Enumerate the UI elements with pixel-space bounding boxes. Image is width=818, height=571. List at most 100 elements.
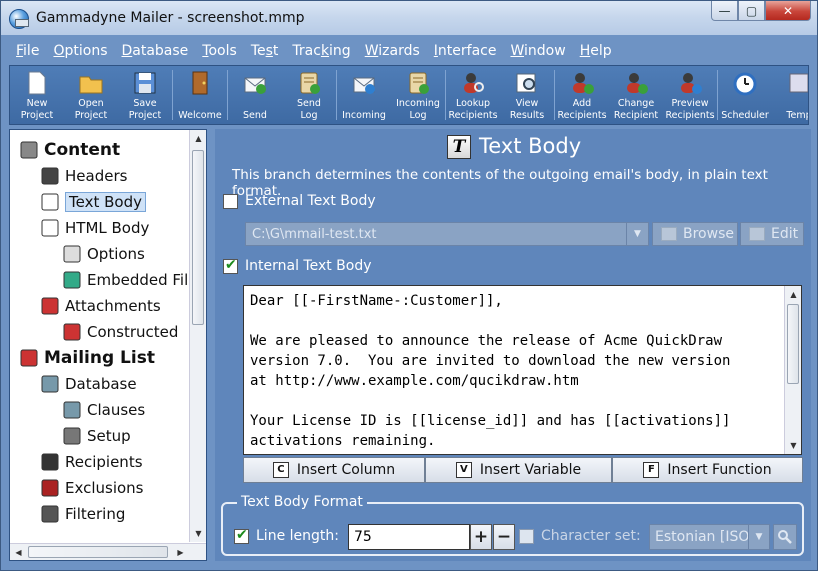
add-recipients-button[interactable]: Add Recipients	[555, 66, 609, 124]
editor-scroll-down-arrow-icon[interactable]: ▼	[785, 437, 802, 454]
scroll-up-arrow-icon[interactable]: ▲	[190, 130, 207, 147]
browse-button-label: Browse	[683, 226, 734, 242]
maximize-button[interactable]: ▢	[738, 1, 765, 21]
minimize-button[interactable]: —	[711, 1, 738, 21]
menu-tools[interactable]: Tools	[195, 43, 244, 59]
navigation-tree[interactable]: Content Headers Text Body HTML Body Options E…	[9, 129, 207, 561]
tree-vertical-scrollbar[interactable]: ▲ ▼	[189, 130, 206, 542]
external-path-dropdown-arrow-icon[interactable]: ▼	[626, 222, 649, 246]
incoming-log-button[interactable]: Incoming Log	[391, 66, 445, 124]
browse-button[interactable]: Browse	[652, 222, 738, 246]
templates-button[interactable]: Temp	[772, 66, 808, 124]
text-body-editor[interactable]: Dear [[-FirstName-:Customer]], We are pl…	[243, 285, 802, 455]
tree-item-mailing-list[interactable]: Mailing List	[19, 347, 155, 369]
external-text-body-checkbox[interactable]	[223, 194, 238, 209]
clauses-icon	[62, 400, 82, 420]
new-project-button[interactable]: New Project	[10, 66, 64, 124]
character-set-dropdown-arrow-icon[interactable]: ▼	[748, 524, 770, 550]
templates-label: Temp	[786, 110, 808, 121]
lookup-recipients-button[interactable]: Lookup Recipients	[446, 66, 500, 124]
tree-scroll-thumb[interactable]	[192, 150, 204, 325]
menu-help[interactable]: Help	[573, 43, 619, 59]
scheduler-button[interactable]: Scheduler	[718, 66, 772, 124]
menu-tracking[interactable]: Tracking	[285, 43, 357, 59]
app-mail-globe-icon[interactable]	[9, 9, 29, 29]
save-project-button[interactable]: Save Project	[118, 66, 172, 124]
menu-wizards[interactable]: Wizards	[358, 43, 427, 59]
tree-item-embedded-fil[interactable]: Embedded Fil	[62, 269, 188, 291]
tree-item-database[interactable]: Database	[40, 373, 137, 395]
insert-function-button[interactable]: F Insert Function	[612, 457, 803, 483]
character-set-checkbox[interactable]	[519, 529, 534, 544]
line-length-plus-button[interactable]: +	[470, 524, 492, 550]
line-length-checkbox[interactable]	[234, 527, 249, 544]
welcome-button[interactable]: Welcome	[173, 66, 227, 124]
send-label: Send	[243, 110, 267, 121]
line-length-input[interactable]: 75	[348, 524, 470, 550]
preview-recipients-button[interactable]: Preview Recipients	[663, 66, 717, 124]
incoming-button[interactable]: Incoming	[337, 66, 391, 124]
tree-item-attachments[interactable]: Attachments	[40, 295, 161, 317]
insert-button-label: Insert Variable	[479, 462, 582, 478]
tree-item-label: Recipients	[65, 453, 143, 471]
tree-item-html-body[interactable]: HTML Body	[40, 217, 149, 239]
close-button[interactable]: ✕	[765, 1, 811, 21]
text-body-panel: T Text Body This branch determines the c…	[215, 129, 811, 561]
insert-column-button[interactable]: C Insert Column	[243, 457, 425, 483]
edit-button[interactable]: Edit	[740, 222, 804, 246]
tree-item-text-body[interactable]: Text Body	[40, 191, 146, 213]
clock-icon	[732, 70, 758, 96]
menu-test[interactable]: Test	[244, 43, 286, 59]
tree-item-exclusions[interactable]: Exclusions	[40, 477, 144, 499]
view-results-button[interactable]: View Results	[500, 66, 554, 124]
tree-item-constructed[interactable]: Constructed	[62, 321, 178, 343]
preview-recipients-label: Preview Recipients	[665, 98, 715, 121]
send-button[interactable]: Send	[228, 66, 282, 124]
menu-window[interactable]: Window	[503, 43, 572, 59]
window-title: Gammadyne Mailer - screenshot.mmp	[36, 10, 305, 26]
tree-item-content[interactable]: Content	[19, 139, 120, 161]
text-body-header-icon: T	[447, 135, 471, 159]
menu-file[interactable]: File	[9, 43, 46, 59]
insert-buttons-row: C Insert Column V Insert Variable F Insert Fu…	[243, 457, 803, 483]
tree-item-recipients[interactable]: Recipients	[40, 451, 143, 473]
html-body-icon	[40, 218, 60, 238]
incoming-label: Incoming	[342, 110, 386, 121]
open-project-button[interactable]: Open Project	[64, 66, 118, 124]
tree-item-label: Setup	[87, 427, 131, 445]
text-body-content[interactable]: Dear [[-FirstName-:Customer]], We are pl…	[250, 291, 730, 451]
tree-item-options[interactable]: Options	[62, 243, 145, 265]
external-path-input[interactable]: C:\G\mmail-test.txt	[245, 222, 627, 246]
tree-item-headers[interactable]: Headers	[40, 165, 127, 187]
editor-vertical-scrollbar[interactable]: ▲ ▼	[784, 286, 801, 454]
line-length-label: Line length:	[256, 528, 339, 544]
internal-text-body-checkbox[interactable]	[223, 257, 238, 274]
tree-item-filtering[interactable]: Filtering	[40, 503, 125, 525]
character-set-select[interactable]: Estonian [ISO-	[649, 524, 749, 550]
tree-item-label: Filtering	[65, 505, 126, 523]
scroll-right-arrow-icon[interactable]: ▶	[172, 544, 189, 561]
character-set-search-icon[interactable]	[773, 524, 797, 550]
editor-scroll-up-arrow-icon[interactable]: ▲	[785, 286, 802, 303]
tree-hscroll-thumb[interactable]	[28, 546, 168, 558]
menu-interface[interactable]: Interface	[427, 43, 504, 59]
scroll-left-arrow-icon[interactable]: ◀	[10, 544, 27, 561]
menu-options[interactable]: Options	[46, 43, 114, 59]
database-icon	[40, 374, 60, 394]
tree-item-label: Database	[65, 375, 137, 393]
tree-item-setup[interactable]: Setup	[62, 425, 131, 447]
scroll-down-arrow-icon[interactable]: ▼	[190, 525, 207, 542]
tree-item-clauses[interactable]: Clauses	[62, 399, 145, 421]
editor-scroll-thumb[interactable]	[787, 304, 799, 384]
change-recipient-button[interactable]: Change Recipient	[609, 66, 663, 124]
toolbar: New Project Open Project Save Project Welcome…	[9, 65, 809, 125]
menu-database[interactable]: Database	[114, 43, 195, 59]
insert-variable-button[interactable]: V Insert Variable	[425, 457, 612, 483]
line-length-minus-button[interactable]: −	[493, 524, 515, 550]
exclusions-icon	[40, 478, 60, 498]
tree-horizontal-scrollbar[interactable]: ◀ ▶	[10, 543, 206, 560]
recipients-icon	[40, 452, 60, 472]
send-log-button[interactable]: Send Log	[282, 66, 336, 124]
preview-recipients-icon	[677, 70, 703, 96]
tree-item-label: Constructed	[87, 323, 179, 341]
